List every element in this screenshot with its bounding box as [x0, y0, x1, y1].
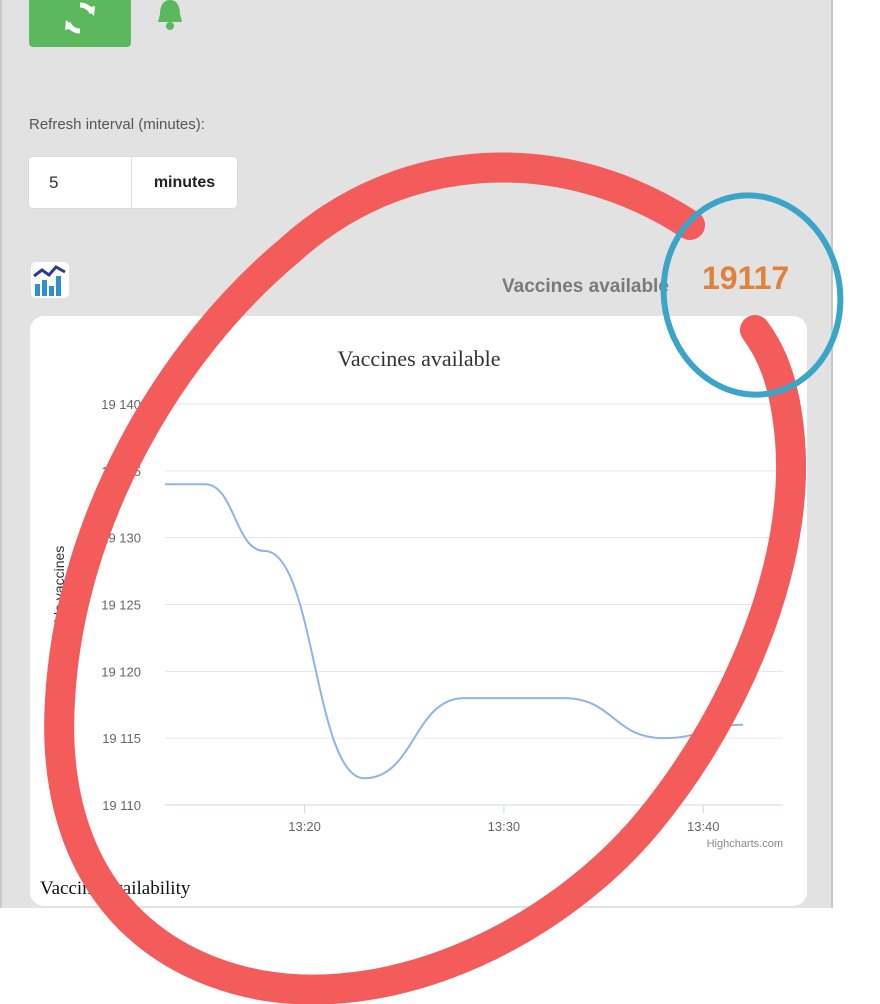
refresh-interval-group: minutes — [29, 157, 237, 208]
x-tick-label: 13:40 — [687, 819, 720, 834]
y-tick-label: 19 125 — [101, 598, 141, 613]
y-tick-label: 19 115 — [102, 731, 141, 746]
interval-unit-label: minutes — [153, 173, 216, 191]
bell-icon[interactable] — [150, 0, 190, 34]
chart-caption: Vaccine availability — [40, 878, 191, 899]
x-tick-label: 13:20 — [288, 819, 321, 834]
refresh-interval-input[interactable] — [29, 157, 132, 208]
x-tick-label: 13:30 — [488, 819, 521, 834]
y-tick-label: 19 130 — [101, 531, 141, 546]
refresh-button[interactable] — [29, 0, 131, 47]
vaccines-chart[interactable]: Vaccines available 19 110 19 115 19 120 19 … — [30, 316, 807, 906]
panel: Refresh interval (minutes): minutes Vacc… — [0, 0, 833, 908]
y-tick-label: 19 135 — [101, 464, 141, 479]
highcharts-credit[interactable]: Highcharts.com — [707, 838, 783, 850]
chart-card: Vaccines available 19 110 19 115 19 120 19 … — [30, 316, 807, 906]
y-tick-label: 19 110 — [102, 798, 141, 813]
vaccines-available-count: 19117 — [702, 260, 790, 296]
chart-title: Vaccines available — [337, 346, 500, 371]
y-tick-label: 19 120 — [101, 664, 141, 679]
refresh-icon — [65, 2, 95, 33]
y-axis-label: number of available vaccines — [51, 546, 67, 727]
series-line — [165, 483, 744, 780]
chart-icon — [31, 262, 69, 298]
refresh-interval-label: Refresh interval (minutes): — [29, 116, 205, 133]
vaccines-available-label: Vaccines available — [502, 276, 669, 297]
y-tick-label: 19 140 — [101, 397, 141, 412]
